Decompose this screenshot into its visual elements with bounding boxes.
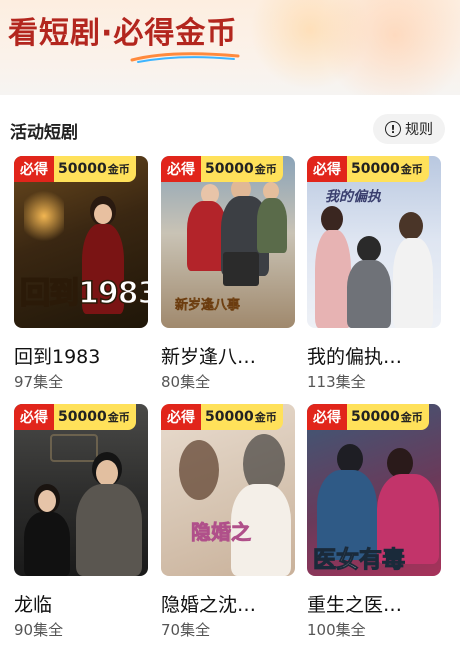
badge-coin-amount: 50000 金币 <box>347 156 429 182</box>
drama-title[interactable]: 回到1983 <box>14 342 148 369</box>
badge-must-label: 必得 <box>14 156 54 182</box>
drama-title[interactable]: 新岁逢八… <box>161 342 295 369</box>
coin-reward-badge: 必得 50000 金币 <box>307 404 429 430</box>
drama-poster[interactable]: 回到1983 必得 50000 金币 <box>14 156 148 328</box>
badge-coin-amount: 50000 金币 <box>201 156 283 182</box>
drama-poster[interactable]: 医女有毒 必得 50000 金币 <box>307 404 441 576</box>
poster-title-text: 我的偏执 <box>325 189 381 205</box>
drama-poster[interactable]: 新岁逢八事 必得 50000 金币 <box>161 156 295 328</box>
banner-glow <box>320 0 460 95</box>
badge-must-label: 必得 <box>307 156 347 182</box>
drama-card[interactable]: 必得 50000 金币 龙临 90集全 <box>14 404 148 640</box>
coin-reward-badge: 必得 50000 金币 <box>307 156 429 182</box>
badge-must-label: 必得 <box>161 156 201 182</box>
drama-title[interactable]: 我的偏执… <box>307 342 441 369</box>
poster-title-text: 回到1983 <box>19 275 148 312</box>
episode-count: 90集全 <box>14 621 64 639</box>
episode-count: 70集全 <box>161 621 211 639</box>
coin-reward-badge: 必得 50000 金币 <box>161 156 283 182</box>
badge-coin-amount: 50000 金币 <box>54 156 136 182</box>
poster-title-text: 隐婚之 <box>191 520 252 545</box>
coin-reward-badge: 必得 50000 金币 <box>14 404 136 430</box>
drama-card[interactable]: 回到1983 必得 50000 金币 回到1983 97集全 <box>14 156 148 392</box>
coin-reward-badge: 必得 50000 金币 <box>161 404 283 430</box>
badge-coin-amount: 50000 金币 <box>54 404 136 430</box>
poster-title-text: 新岁逢八事 <box>175 298 241 313</box>
rules-label: 规则 <box>405 122 433 138</box>
poster-title-text: 医女有毒 <box>313 547 406 574</box>
badge-must-label: 必得 <box>307 404 347 430</box>
banner-title: 看短剧·必得金币 <box>8 16 238 51</box>
coin-reward-badge: 必得 50000 金币 <box>14 156 136 182</box>
drama-poster[interactable]: 我的偏执 必得 50000 金币 <box>307 156 441 328</box>
drama-title[interactable]: 龙临 <box>14 590 148 617</box>
badge-coin-amount: 50000 金币 <box>201 404 283 430</box>
drama-title[interactable]: 隐婚之沈… <box>161 590 295 617</box>
episode-count: 80集全 <box>161 373 211 391</box>
drama-poster[interactable]: 必得 50000 金币 <box>14 404 148 576</box>
drama-card[interactable]: 新岁逢八事 必得 50000 金币 新岁逢八… 80集全 <box>161 156 295 392</box>
badge-must-label: 必得 <box>161 404 201 430</box>
header-banner: 看短剧·必得金币 <box>0 0 460 95</box>
drama-card[interactable]: 医女有毒 必得 50000 金币 重生之医… 100集全 <box>307 404 441 640</box>
drama-card[interactable]: 隐婚之 必得 50000 金币 隐婚之沈… 70集全 <box>161 404 295 640</box>
drama-title[interactable]: 重生之医… <box>307 590 441 617</box>
banner-swash-decoration <box>130 52 240 63</box>
episode-count: 113集全 <box>307 373 366 391</box>
exclamation-icon: ! <box>385 121 401 137</box>
badge-coin-amount: 50000 金币 <box>347 404 429 430</box>
episode-count: 97集全 <box>14 373 64 391</box>
rules-button[interactable]: ! 规则 <box>373 114 445 144</box>
section-title: 活动短剧 <box>10 123 78 143</box>
badge-must-label: 必得 <box>14 404 54 430</box>
episode-count: 100集全 <box>307 621 366 639</box>
drama-poster[interactable]: 隐婚之 必得 50000 金币 <box>161 404 295 576</box>
drama-card[interactable]: 我的偏执 必得 50000 金币 我的偏执… 113集全 <box>307 156 441 392</box>
